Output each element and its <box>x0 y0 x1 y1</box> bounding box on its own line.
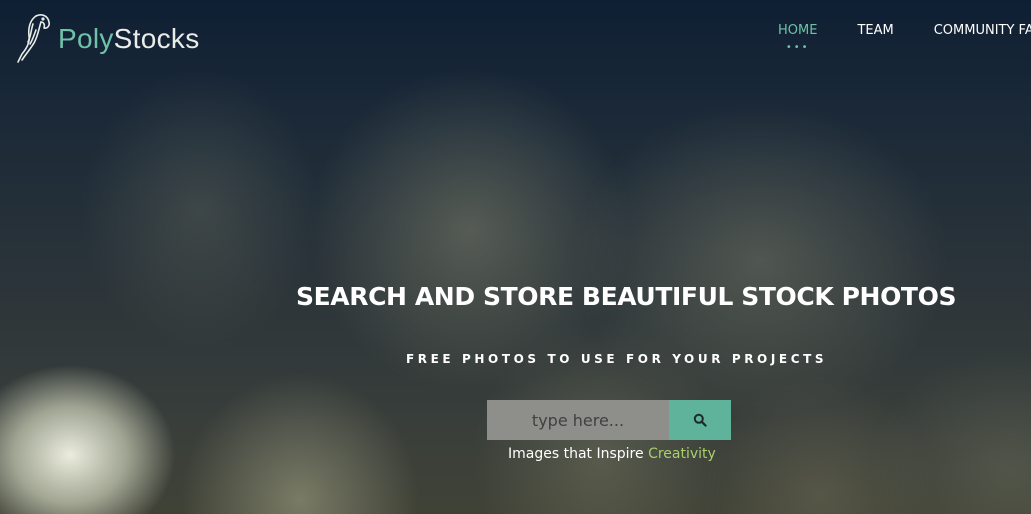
site-header: PolyStocks HOME ••• TEAM COMMUNITY FAV <box>0 0 1031 80</box>
active-indicator-dots: ••• <box>785 42 810 53</box>
nav-item-team-label: TEAM <box>857 23 894 38</box>
hero-subtitle: FREE PHOTOS TO USE FOR YOUR PROJECTS <box>406 352 828 366</box>
search-button[interactable] <box>669 400 731 440</box>
logo-text-stocks: Stocks <box>113 23 200 54</box>
nav-item-team[interactable]: TEAM <box>857 23 893 38</box>
main-nav: HOME ••• TEAM COMMUNITY FAV <box>778 23 1031 53</box>
logo[interactable]: PolyStocks <box>14 10 200 64</box>
search-icon <box>693 413 707 427</box>
hero-title: SEARCH AND STORE BEAUTIFUL STOCK PHOTOS <box>296 282 957 311</box>
parrot-icon <box>17 14 50 63</box>
nav-item-home[interactable]: HOME ••• <box>778 23 818 53</box>
logo-text-poly: Poly <box>58 23 114 54</box>
logo-text: PolyStocks <box>58 23 200 55</box>
tagline: Images that Inspire Creativity <box>508 446 716 462</box>
tagline-accent: Creativity <box>648 446 716 462</box>
tagline-text: Images that Inspire <box>508 446 644 462</box>
nav-item-community-label: COMMUNITY FAV <box>933 23 1031 38</box>
nav-item-community-favorites[interactable]: COMMUNITY FAV <box>934 23 1031 38</box>
search-bar <box>487 400 731 440</box>
nav-item-home-label: HOME <box>778 23 818 38</box>
search-input[interactable] <box>487 400 669 440</box>
